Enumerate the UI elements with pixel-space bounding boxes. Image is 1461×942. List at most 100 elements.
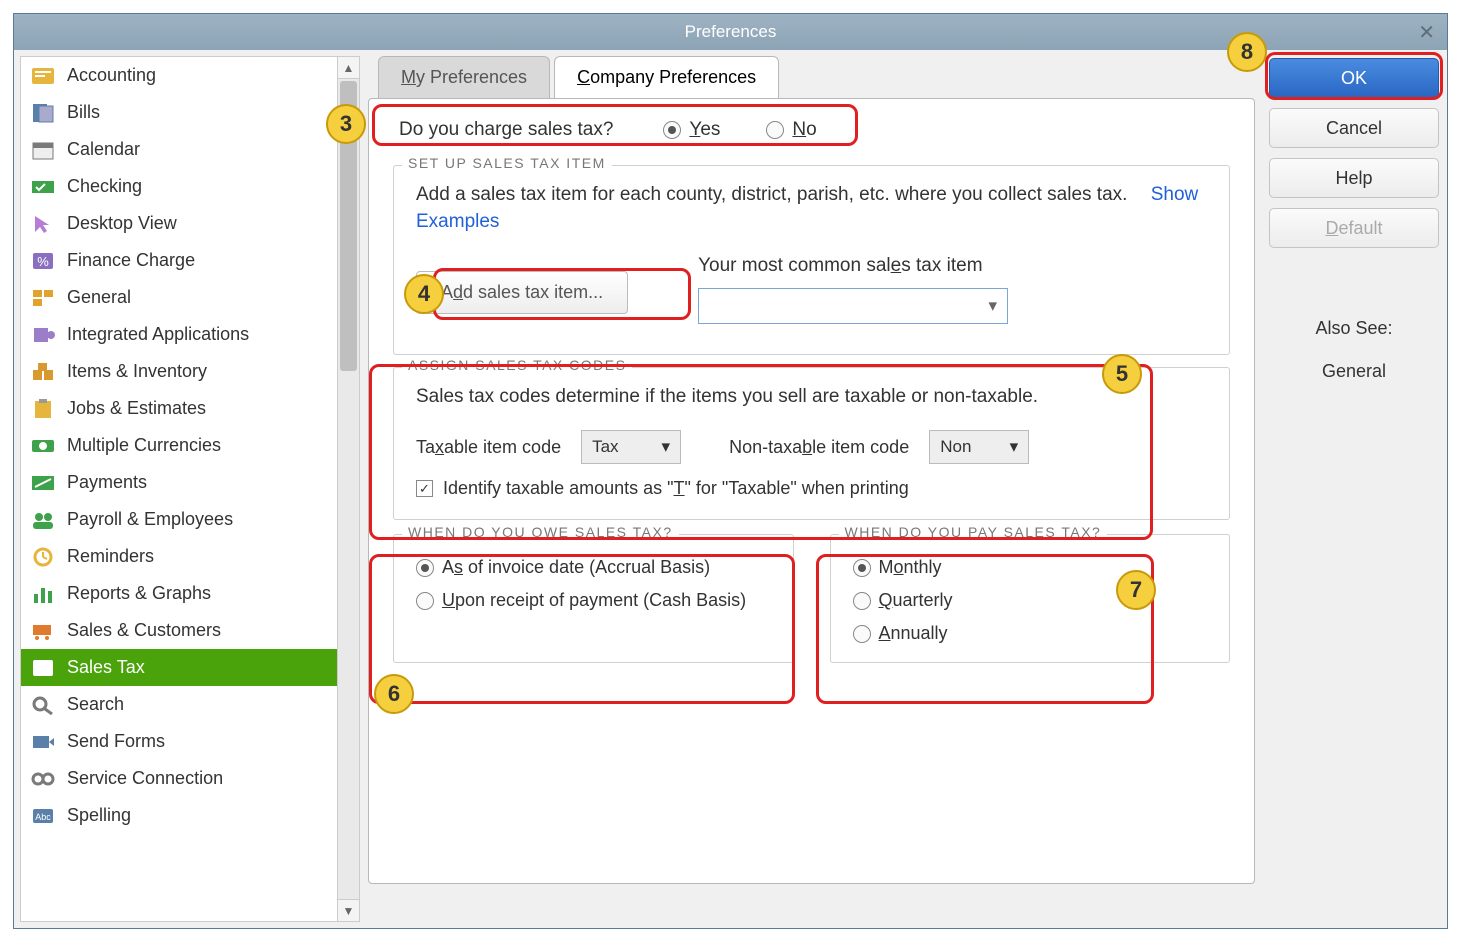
owe-fieldset: WHEN DO YOU OWE SALES TAX? As of invoice… — [393, 534, 794, 663]
sidebar-item-general[interactable]: General — [21, 279, 337, 316]
add-sales-tax-item-button[interactable]: Add sales tax item... — [416, 271, 628, 314]
radio-pay-monthly[interactable]: Monthly — [853, 557, 1208, 578]
sidebar-item-payments[interactable]: Payments — [21, 464, 337, 501]
radio-icon — [663, 121, 681, 139]
setup-sales-tax-fieldset: SET UP SALES TAX ITEM Add a sales tax it… — [393, 165, 1230, 355]
radio-charge-yes[interactable]: Yes — [663, 119, 720, 141]
calendar-icon — [29, 139, 57, 161]
annotation-badge-3: 3 — [326, 104, 366, 144]
blocks-icon — [29, 287, 57, 309]
also-see-header: Also See: — [1269, 318, 1439, 339]
sidebar-item-service-connection[interactable]: Service Connection — [21, 760, 337, 797]
close-icon[interactable]: ✕ — [1418, 20, 1435, 45]
sidebar-item-send-forms[interactable]: Send Forms — [21, 723, 337, 760]
sidebar-item-label: Desktop View — [67, 213, 177, 234]
sidebar-scrollbar[interactable]: ▲ ▼ — [338, 56, 360, 922]
sidebar-item-accounting[interactable]: Accounting — [21, 57, 337, 94]
cancel-button[interactable]: Cancel — [1269, 108, 1439, 148]
common-tax-dropdown[interactable]: ▾ — [698, 288, 1008, 324]
sidebar-item-label: Service Connection — [67, 768, 223, 789]
sidebar-item-sales-customers[interactable]: Sales & Customers — [21, 612, 337, 649]
identify-checkbox[interactable]: ✓ — [416, 480, 433, 497]
sidebar-item-label: Finance Charge — [67, 250, 195, 271]
sidebar-item-label: Spelling — [67, 805, 131, 826]
sidebar-item-sales-tax[interactable]: %Sales Tax — [21, 649, 337, 686]
sidebar-item-label: Payroll & Employees — [67, 509, 233, 530]
nontaxable-code-dropdown[interactable]: Non ▾ — [929, 430, 1029, 464]
radio-icon — [416, 559, 434, 577]
window-title: Preferences — [685, 22, 777, 42]
send-icon — [29, 731, 57, 753]
sidebar-item-spelling[interactable]: Abc Spelling — [21, 797, 337, 834]
sidebar-item-label: Sales & Customers — [67, 620, 221, 641]
annotation-badge-6: 6 — [374, 674, 414, 714]
sidebar-item-label: Checking — [67, 176, 142, 197]
sidebar-item-desktop-view[interactable]: Desktop View — [21, 205, 337, 242]
annotation-badge-8: 8 — [1227, 32, 1267, 72]
chevron-down-icon: ▾ — [662, 437, 671, 457]
sidebar-item-calendar[interactable]: Calendar — [21, 131, 337, 168]
sidebar-item-search[interactable]: Search — [21, 686, 337, 723]
sidebar-item-items-inventory[interactable]: Items & Inventory — [21, 353, 337, 390]
scroll-down-icon[interactable]: ▼ — [338, 899, 359, 921]
sidebar-item-checking[interactable]: Checking — [21, 168, 337, 205]
radio-icon — [853, 559, 871, 577]
tab-company-preferences[interactable]: Company Preferences — [554, 56, 779, 98]
sidebar-item-label: Payments — [67, 472, 147, 493]
sidebar-item-label: Integrated Applications — [67, 324, 249, 345]
radio-icon — [853, 592, 871, 610]
nontaxable-code-value: Non — [940, 437, 971, 457]
also-see-link[interactable]: General — [1269, 361, 1439, 382]
check-icon — [29, 176, 57, 198]
clock-icon — [29, 546, 57, 568]
percent-icon: % — [29, 250, 57, 272]
sidebar-item-jobs-estimates[interactable]: Jobs & Estimates — [21, 390, 337, 427]
sidebar-item-integrated-applications[interactable]: Integrated Applications — [21, 316, 337, 353]
sidebar-item-label: Calendar — [67, 139, 140, 160]
svg-text:%: % — [38, 662, 49, 676]
taxable-code-value: Tax — [592, 437, 618, 457]
abc-icon: Abc — [29, 805, 57, 827]
sidebar: Accounting Bills Calendar Checking Desktop V… — [20, 56, 338, 922]
chevron-down-icon: ▾ — [1010, 437, 1019, 457]
sidebar-item-reminders[interactable]: Reminders — [21, 538, 337, 575]
link-icon — [29, 768, 57, 790]
radio-icon — [416, 592, 434, 610]
help-button[interactable]: Help — [1269, 158, 1439, 198]
taxable-code-dropdown[interactable]: Tax ▾ — [581, 430, 681, 464]
annotation-badge-5: 5 — [1102, 354, 1142, 394]
sidebar-item-label: Accounting — [67, 65, 156, 86]
money-icon — [29, 472, 57, 494]
currency-icon — [29, 435, 57, 457]
radio-icon — [853, 625, 871, 643]
radio-pay-annually[interactable]: Annually — [853, 623, 1208, 644]
sidebar-item-payroll-employees[interactable]: Payroll & Employees — [21, 501, 337, 538]
radio-owe-accrual[interactable]: As of invoice date (Accrual Basis) — [416, 557, 771, 578]
sidebar-item-finance-charge[interactable]: % Finance Charge — [21, 242, 337, 279]
sidebar-item-label: General — [67, 287, 131, 308]
ok-button[interactable]: OK — [1269, 58, 1439, 98]
assign-legend: ASSIGN SALES TAX CODES — [402, 357, 632, 373]
sidebar-item-label: Reminders — [67, 546, 154, 567]
tab-my-preferences[interactable]: My Preferences — [378, 56, 550, 98]
preferences-panel: Do you charge sales tax? Yes No — [368, 98, 1255, 884]
setup-legend: SET UP SALES TAX ITEM — [402, 155, 612, 171]
radio-charge-no[interactable]: No — [766, 119, 816, 141]
sidebar-item-label: Jobs & Estimates — [67, 398, 206, 419]
annotation-badge-7: 7 — [1116, 570, 1156, 610]
sidebar-item-bills[interactable]: Bills — [21, 94, 337, 131]
sidebar-item-label: Search — [67, 694, 124, 715]
sidebar-item-multiple-currencies[interactable]: Multiple Currencies — [21, 427, 337, 464]
scroll-up-icon[interactable]: ▲ — [338, 57, 359, 79]
default-button[interactable]: Default — [1269, 208, 1439, 248]
svg-text:%: % — [37, 254, 49, 269]
radio-icon — [766, 121, 784, 139]
setup-description: Add a sales tax item for each county, di… — [416, 184, 1127, 205]
radio-owe-cash[interactable]: Upon receipt of payment (Cash Basis) — [416, 590, 771, 611]
puzzle-icon — [29, 324, 57, 346]
tax-icon: % — [29, 657, 57, 679]
boxes-icon — [29, 361, 57, 383]
pay-legend: WHEN DO YOU PAY SALES TAX? — [839, 524, 1108, 540]
owe-legend: WHEN DO YOU OWE SALES TAX? — [402, 524, 679, 540]
sidebar-item-reports-graphs[interactable]: Reports & Graphs — [21, 575, 337, 612]
